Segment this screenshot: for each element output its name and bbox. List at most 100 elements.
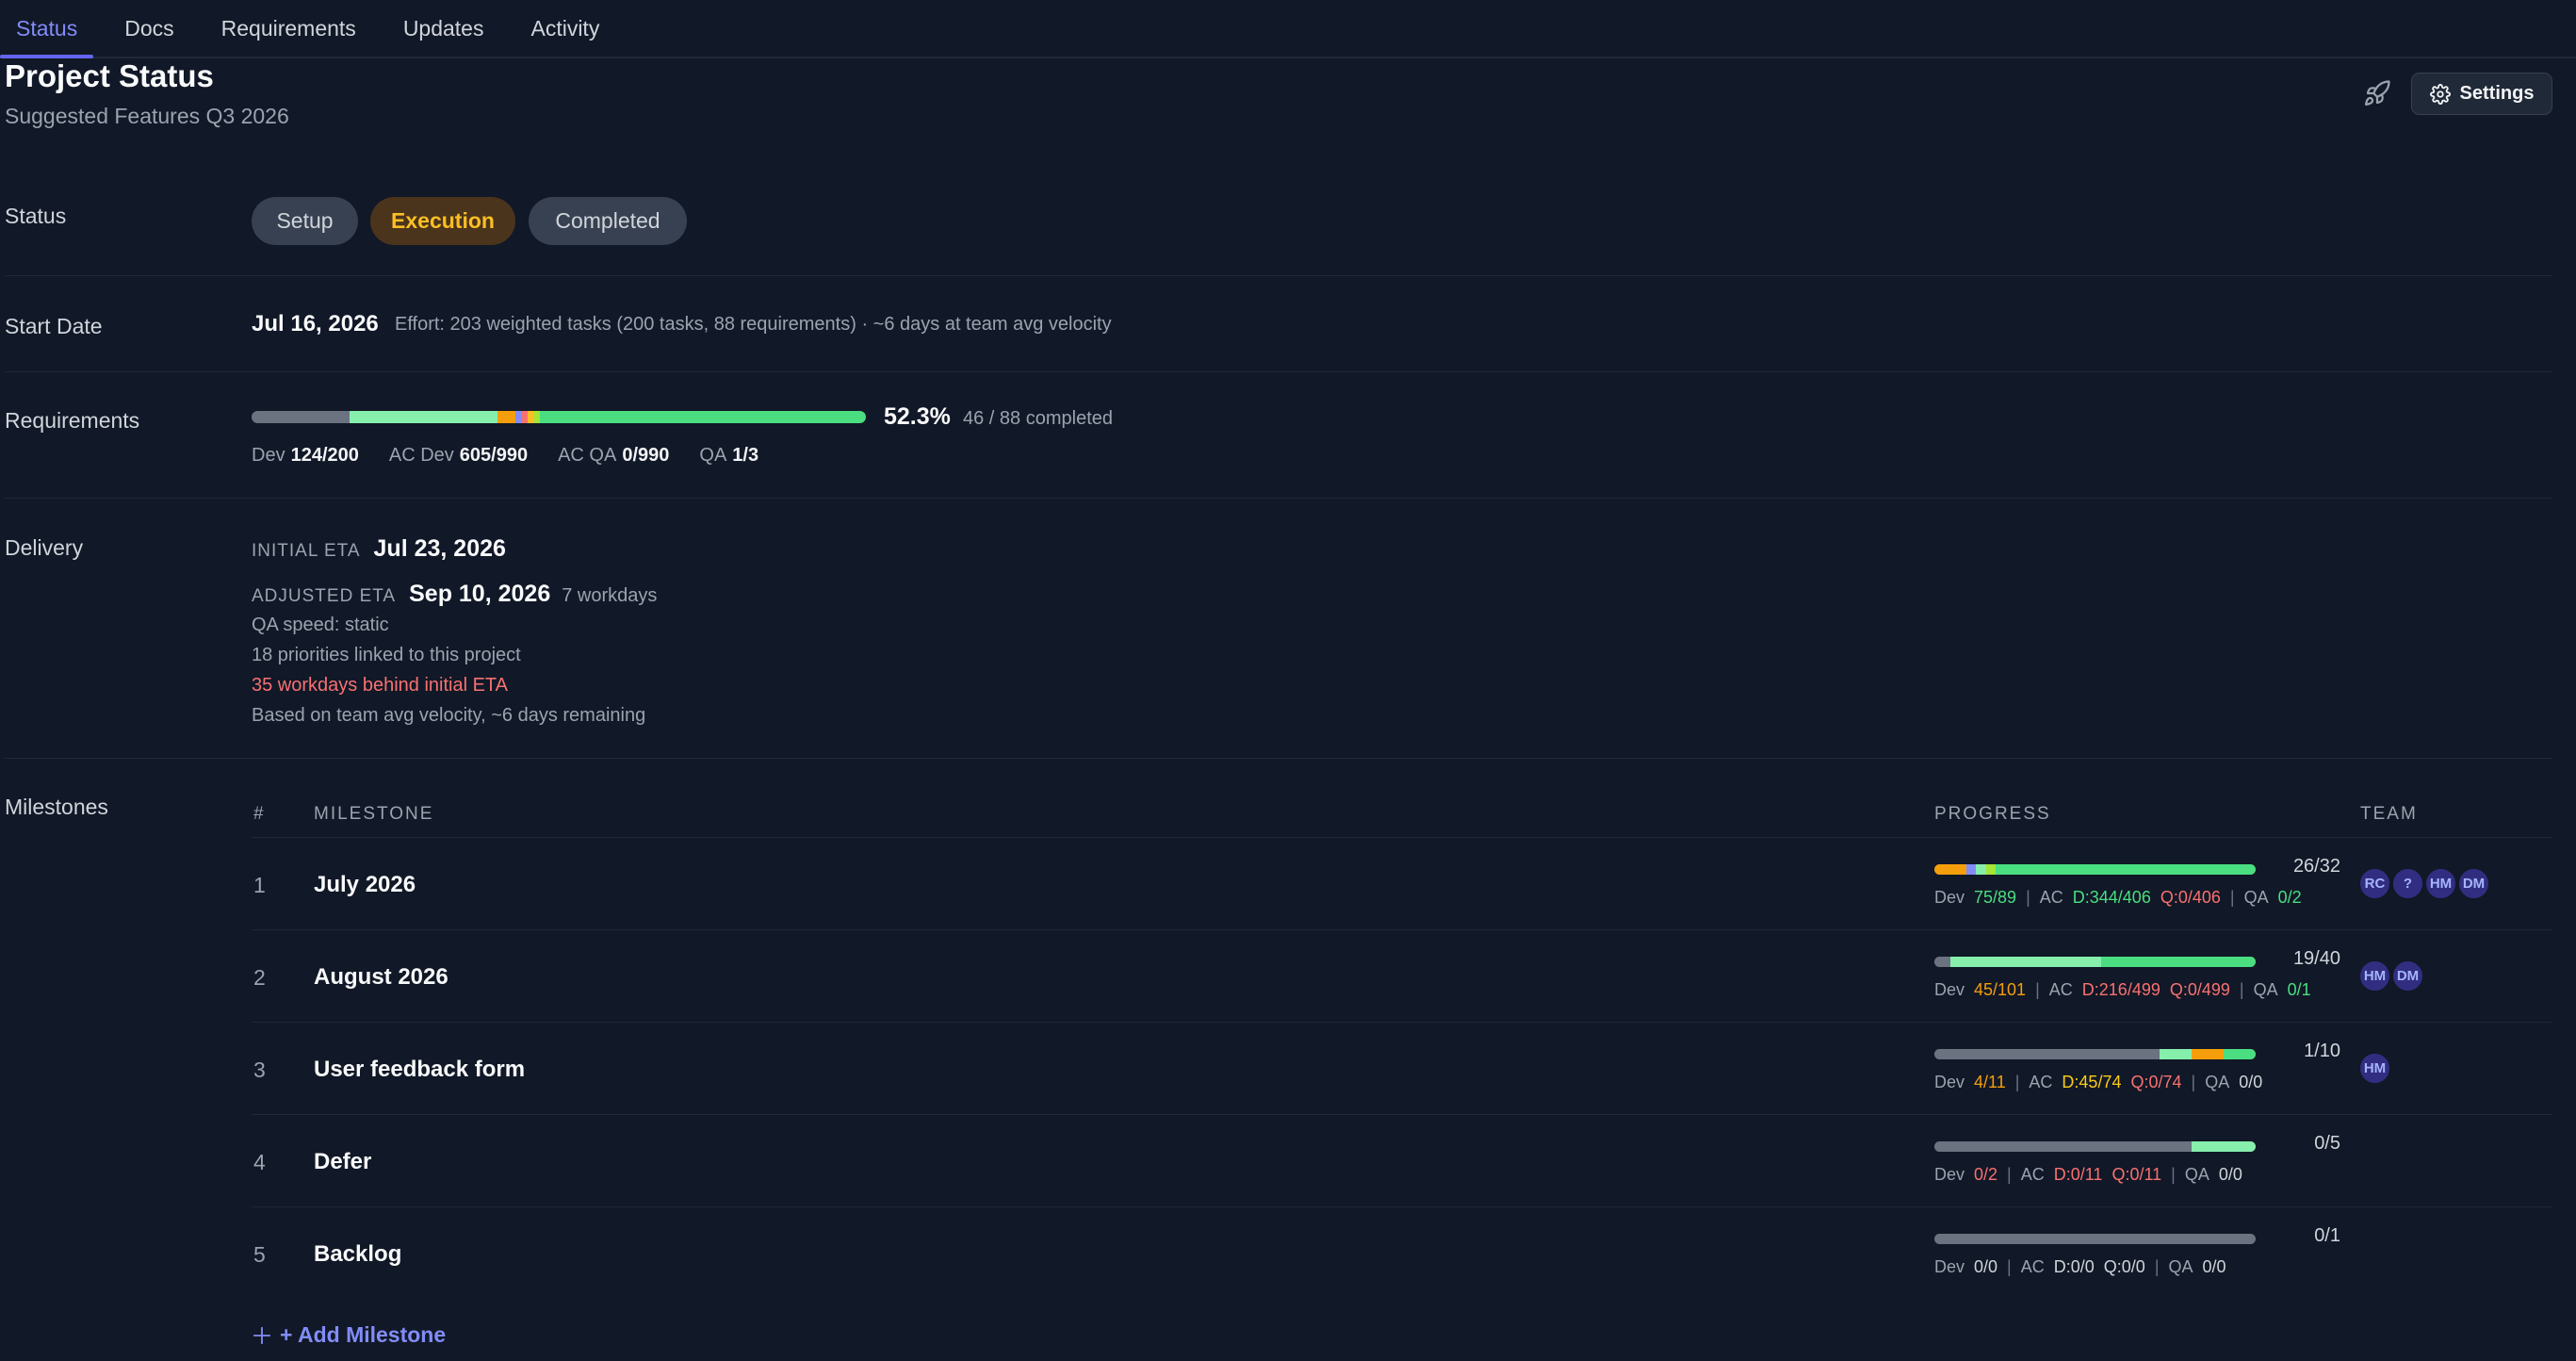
stat-ac-qa-value: Q:0/11 xyxy=(2111,1165,2162,1184)
milestone-progress-bar xyxy=(1934,1141,2256,1152)
stat-ac-label: AC xyxy=(2029,1073,2053,1091)
tab-status[interactable]: Status xyxy=(0,0,94,58)
stat-ac-qa-value: Q:0/499 xyxy=(2169,980,2230,999)
col-header-num: # xyxy=(253,804,266,824)
milestone-number: 2 xyxy=(253,965,266,990)
adjusted-eta: ADJUSTED ETA Sep 10, 2026 7 workdays xyxy=(252,581,658,607)
team-avatar[interactable]: RC xyxy=(2358,867,2391,900)
separator: | xyxy=(2026,888,2030,907)
stat-qa-label: QA xyxy=(2205,1073,2230,1091)
milestone-name[interactable]: July 2026 xyxy=(314,872,416,898)
separator: | xyxy=(2035,980,2040,999)
requirements-stats: Dev 124/200 AC Dev 605/990 AC QA 0/990 QA 1/… xyxy=(252,445,758,467)
separator: | xyxy=(2014,1073,2020,1091)
divider xyxy=(252,837,2552,838)
milestone-bar-segment xyxy=(2191,1141,2256,1152)
stat-qa-label: QA xyxy=(2168,1257,2193,1276)
team-avatar[interactable]: HM xyxy=(2424,867,2457,900)
milestone-bar-segment xyxy=(1934,1141,2192,1152)
separator: | xyxy=(2229,888,2235,907)
team-avatar[interactable]: DM xyxy=(2457,867,2490,900)
milestone-name[interactable]: User feedback form xyxy=(314,1057,525,1083)
page-subtitle: Suggested Features Q3 2026 xyxy=(5,104,289,128)
col-header-milestone: MILESTONE xyxy=(314,804,434,824)
plus-icon xyxy=(253,1326,271,1344)
team-avatar[interactable]: ? xyxy=(2391,867,2424,900)
start-date-label: Start Date xyxy=(5,314,103,338)
priorities-linked: 18 priorities linked to this project xyxy=(252,645,521,665)
tab-requirements[interactable]: Requirements xyxy=(205,0,372,57)
requirements-count: 46 / 88 completed xyxy=(963,408,1113,429)
col-header-progress: PROGRESS xyxy=(1934,804,2051,824)
stat-qa-value: 0/1 xyxy=(2287,980,2311,999)
requirements-bar-segment xyxy=(497,411,516,423)
status-completed-pill[interactable]: Completed xyxy=(529,197,687,245)
col-header-team: TEAM xyxy=(2360,804,2418,824)
stat-qa-label: QA xyxy=(2184,1165,2209,1184)
tab-bar: Status Docs Requirements Updates Activit… xyxy=(0,0,2576,58)
stat-ac-label: AC xyxy=(2020,1165,2045,1184)
status-setup-pill[interactable]: Setup xyxy=(252,197,358,245)
stat-qa-label: QA xyxy=(2243,888,2269,907)
milestone-bar-segment xyxy=(2191,1049,2224,1059)
req-stat-dev: Dev 124/200 xyxy=(252,445,359,466)
milestone-progress-bar xyxy=(1934,864,2256,875)
settings-label: Settings xyxy=(2459,83,2535,104)
team-avatar[interactable]: DM xyxy=(2391,959,2424,992)
milestone-number: 1 xyxy=(253,873,266,897)
stat-ac-qa-value: Q:0/74 xyxy=(2130,1073,2182,1091)
stat-ac-qa-value: Q:0/0 xyxy=(2103,1257,2145,1276)
rocket-icon[interactable] xyxy=(2363,79,2391,107)
stat-dev-value: 4/11 xyxy=(1974,1073,2006,1091)
requirements-bar-segment xyxy=(540,411,866,423)
effort-summary: Effort: 203 weighted tasks (200 tasks, 8… xyxy=(395,314,1112,335)
milestone-number: 3 xyxy=(253,1058,266,1082)
milestone-count: 0/1 xyxy=(2314,1225,2340,1246)
milestone-name[interactable]: August 2026 xyxy=(314,964,448,991)
separator: | xyxy=(2171,1165,2176,1184)
stat-ac-dev-value: D:344/406 xyxy=(2072,888,2151,907)
tab-docs[interactable]: Docs xyxy=(108,0,189,57)
separator: | xyxy=(2007,1165,2012,1184)
velocity-note: Based on team avg velocity, ~6 days rema… xyxy=(252,705,646,726)
milestone-count: 26/32 xyxy=(2292,856,2340,877)
milestone-bar-segment xyxy=(1976,864,1986,875)
stat-dev-label: Dev xyxy=(1934,1165,1965,1184)
milestone-number: 5 xyxy=(253,1242,266,1267)
milestone-count: 19/40 xyxy=(2292,948,2340,969)
page-title: Project Status xyxy=(5,58,214,93)
status-label: Status xyxy=(5,204,67,228)
separator: | xyxy=(2154,1257,2160,1276)
milestone-bar-segment xyxy=(1934,1049,2160,1059)
milestone-stats: Dev 0/2 | AC D:0/11 Q:0/11 | QA 0/0 xyxy=(1934,1165,2242,1185)
tab-updates[interactable]: Updates xyxy=(387,0,500,57)
divider xyxy=(5,758,2552,759)
milestone-bar-segment xyxy=(1995,864,2256,875)
team-avatar[interactable]: HM xyxy=(2358,1052,2391,1085)
requirements-bar-segment xyxy=(252,411,351,423)
team-avatar[interactable]: HM xyxy=(2358,959,2391,992)
separator: | xyxy=(2239,980,2244,999)
qa-speed: QA speed: static xyxy=(252,615,389,635)
add-milestone-button[interactable]: + Add Milestone xyxy=(252,1322,446,1348)
stat-dev-value: 45/101 xyxy=(1974,980,2027,999)
stat-qa-label: QA xyxy=(2253,980,2278,999)
stat-qa-value: 0/0 xyxy=(2239,1073,2263,1091)
gear-icon xyxy=(2429,83,2451,105)
milestone-name[interactable]: Backlog xyxy=(314,1241,401,1268)
stat-ac-dev-value: D:0/11 xyxy=(2053,1165,2103,1184)
stat-ac-label: AC xyxy=(2039,888,2063,907)
stat-dev-value: 0/0 xyxy=(1974,1257,1998,1276)
milestone-progress-bar xyxy=(1934,1049,2256,1059)
milestone-count: 1/10 xyxy=(2304,1041,2340,1061)
status-execution-pill[interactable]: Execution xyxy=(370,197,515,245)
tab-activity[interactable]: Activity xyxy=(514,0,615,57)
milestone-team: HM DM xyxy=(2358,959,2424,992)
settings-button[interactable]: Settings xyxy=(2411,73,2552,115)
milestone-bar-segment xyxy=(1934,1234,2256,1244)
stat-dev-label: Dev xyxy=(1934,888,1965,907)
stat-dev-value: 75/89 xyxy=(1974,888,2017,907)
divider xyxy=(5,498,2552,499)
milestone-name[interactable]: Defer xyxy=(314,1149,371,1175)
stat-ac-dev-value: D:216/499 xyxy=(2081,980,2160,999)
